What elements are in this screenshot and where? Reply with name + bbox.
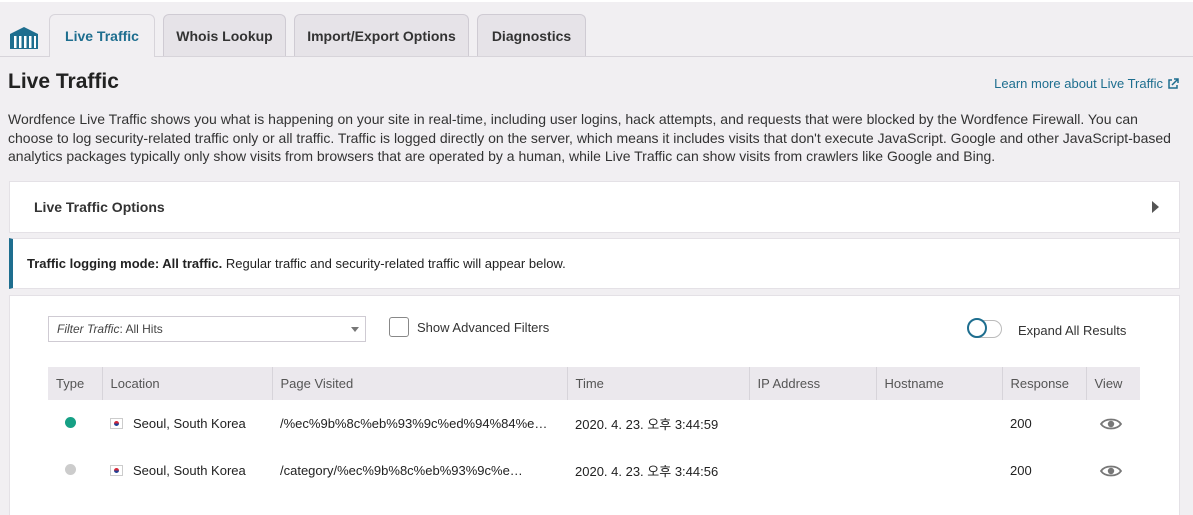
view-cell[interactable] <box>1086 447 1140 494</box>
advanced-filters-toggle[interactable]: Show Advanced Filters <box>389 317 549 337</box>
ip-cell <box>749 447 876 494</box>
type-cell <box>48 447 102 494</box>
filter-value: : All Hits <box>119 322 163 336</box>
tab-bar: Live Traffic Whois Lookup Import/Export … <box>0 14 1193 57</box>
header-response[interactable]: Response <box>1002 367 1087 400</box>
toggle-knob <box>967 318 987 338</box>
header-hostname[interactable]: Hostname <box>876 367 1003 400</box>
table-header-row: Type Location Page Visited Time IP Addre… <box>48 367 1140 400</box>
hostname-cell <box>876 447 1002 494</box>
caret-right-icon[interactable] <box>1152 201 1159 213</box>
ip-cell <box>749 400 876 447</box>
view-cell[interactable] <box>1086 400 1140 447</box>
time-cell: 2020. 4. 23. 오후 3:44:56 <box>575 464 719 479</box>
expand-all-toggle[interactable] <box>967 318 1002 338</box>
header-location[interactable]: Location <box>102 367 273 400</box>
options-panel-title: Live Traffic Options <box>34 199 165 215</box>
response-cell: 200 <box>1010 416 1032 431</box>
page-cell[interactable]: /category/%ec%9b%8c%eb%93%9c%e… <box>272 447 567 494</box>
external-link-icon <box>1168 77 1179 89</box>
expand-all-label: Expand All Results <box>1018 323 1127 338</box>
advanced-filters-label: Show Advanced Filters <box>417 319 550 335</box>
header-ip-address[interactable]: IP Address <box>749 367 877 400</box>
chevron-down-icon <box>351 327 359 332</box>
header-type[interactable]: Type <box>48 367 103 400</box>
table-row[interactable]: Seoul, South Korea /%ec%9b%8c%eb%93%9c%e… <box>48 400 1140 447</box>
type-status-dot-icon <box>65 417 76 428</box>
tab-whois-lookup[interactable]: Whois Lookup <box>163 14 286 56</box>
filter-prefix: Filter Traffic <box>57 322 120 336</box>
eye-icon[interactable] <box>1100 464 1122 478</box>
header-page-visited[interactable]: Page Visited <box>272 367 568 400</box>
location-text: Seoul, South Korea <box>133 416 246 431</box>
page-description: Wordfence Live Traffic shows you what is… <box>8 111 1171 164</box>
mode-text: Traffic logging mode: All traffic. Regul… <box>27 256 566 271</box>
response-cell: 200 <box>1010 463 1032 478</box>
page-cell[interactable]: /%ec%9b%8c%eb%93%9c%ed%94%84%e… <box>272 400 567 447</box>
mode-bold: Traffic logging mode: All traffic. <box>27 256 223 271</box>
location-cell: Seoul, South Korea <box>102 400 272 447</box>
learn-more-label: Learn more about Live Traffic <box>994 76 1163 91</box>
type-cell <box>48 400 102 447</box>
time-cell: 2020. 4. 23. 오후 3:44:59 <box>575 417 719 432</box>
header-time[interactable]: Time <box>567 367 750 400</box>
advanced-filters-checkbox[interactable] <box>389 317 409 337</box>
traffic-panel: Filter Traffic: All Hits Show Advanced F… <box>9 295 1180 515</box>
traffic-table: Type Location Page Visited Time IP Addre… <box>48 367 1140 494</box>
south-korea-flag-icon <box>110 465 123 476</box>
wordfence-logo-icon <box>10 27 38 49</box>
table-row[interactable]: Seoul, South Korea /category/%ec%9b%8c%e… <box>48 447 1140 494</box>
tab-import-export-options[interactable]: Import/Export Options <box>294 14 469 56</box>
learn-more-link[interactable]: Learn more about Live Traffic <box>994 76 1179 91</box>
type-status-dot-icon <box>65 464 76 475</box>
filter-traffic-select[interactable]: Filter Traffic: All Hits <box>48 316 366 342</box>
tab-live-traffic[interactable]: Live Traffic <box>49 14 155 57</box>
traffic-mode-notice: Traffic logging mode: All traffic. Regul… <box>9 238 1180 289</box>
location-cell: Seoul, South Korea <box>102 447 272 494</box>
location-text: Seoul, South Korea <box>133 463 246 478</box>
hostname-cell <box>876 400 1002 447</box>
live-traffic-options-panel[interactable]: Live Traffic Options <box>9 181 1180 233</box>
mode-rest: Regular traffic and security-related tra… <box>222 256 566 271</box>
south-korea-flag-icon <box>110 418 123 429</box>
page-title: Live Traffic <box>8 70 119 93</box>
tab-diagnostics[interactable]: Diagnostics <box>477 14 586 56</box>
eye-icon[interactable] <box>1100 417 1122 431</box>
header-view[interactable]: View <box>1086 367 1140 400</box>
